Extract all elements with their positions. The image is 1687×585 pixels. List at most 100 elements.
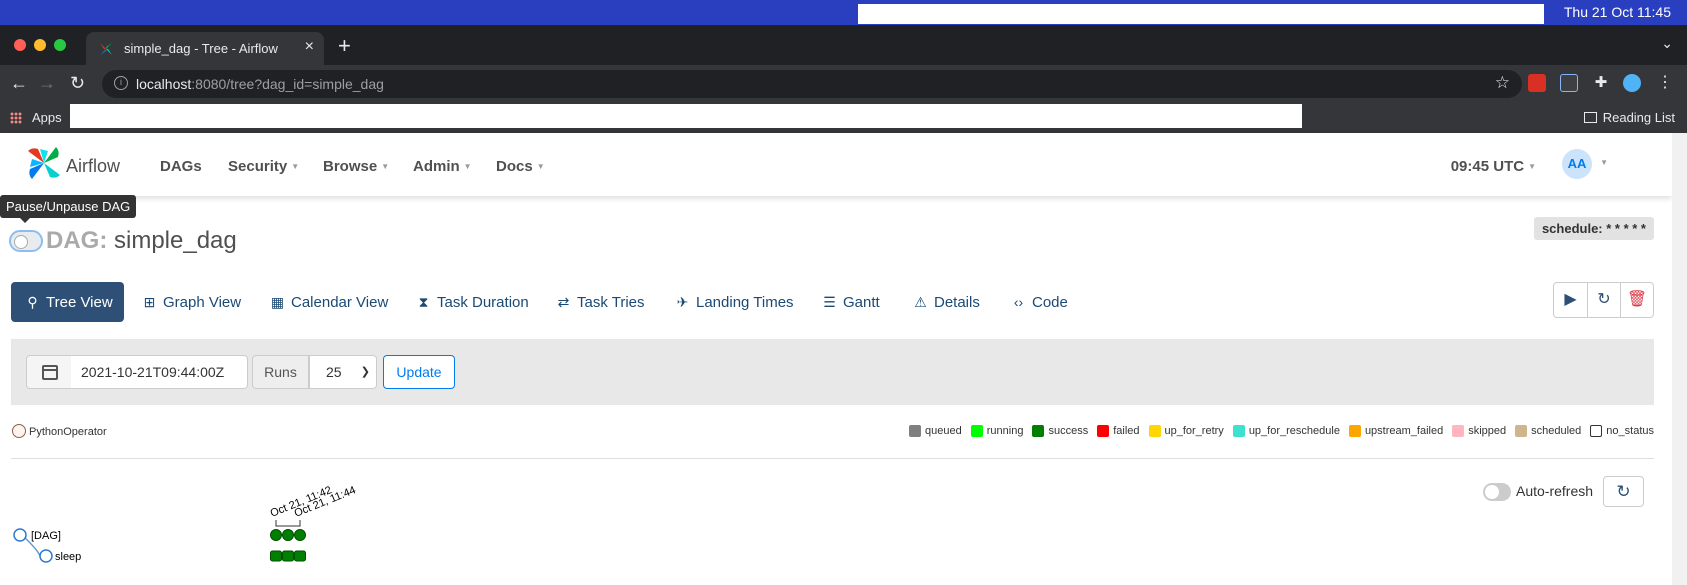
state-swatch — [909, 425, 922, 437]
tab-tree-view[interactable]: ⚲ Tree View — [11, 282, 124, 322]
tree-node-sleep-label: sleep — [55, 551, 81, 563]
state-label: queued — [925, 425, 962, 437]
base-date-input[interactable]: 2021-10-21T09:44:00Z — [71, 355, 248, 389]
caret-down-icon: ▼ — [381, 162, 390, 171]
schedule-badge: schedule: * * * * * — [1533, 217, 1654, 240]
airflow-navbar: Airflow DAGs Security ▼ Browse ▼ Admin ▼ Do… — [0, 133, 1672, 196]
date-bracket — [275, 520, 301, 527]
state-label: up_for_retry — [1164, 425, 1224, 437]
update-button[interactable]: Update — [383, 355, 455, 389]
state-legend: queued running success failed up_for_retry up… — [900, 425, 1654, 437]
calendar-icon: ▦ — [270, 294, 285, 310]
browser-menu-icon[interactable]: ⋮ — [1656, 74, 1674, 92]
state-legend-scheduled: scheduled — [1515, 425, 1581, 437]
nav-security[interactable]: Security ▼ — [228, 158, 299, 175]
redacted-bookmarks — [70, 104, 1302, 128]
page-title: DAG: simple_dag — [46, 227, 237, 255]
os-menu-bar: Thu 21 Oct 11:45 — [0, 0, 1687, 25]
close-window-button[interactable] — [14, 39, 26, 51]
dag-run-circle[interactable] — [270, 529, 282, 541]
reading-list-button[interactable]: Reading List — [1583, 110, 1675, 125]
page-scrollbar[interactable] — [1672, 133, 1687, 585]
extensions-puzzle-icon[interactable]: ✚ — [1592, 74, 1610, 92]
date-picker-button[interactable] — [26, 355, 72, 389]
back-arrow-icon[interactable]: ← — [10, 73, 28, 94]
tab-landing-times[interactable]: ✈ Landing Times — [675, 282, 794, 322]
tab-task-tries[interactable]: ⇄ Task Tries — [556, 282, 645, 322]
auto-refresh-toggle[interactable] — [1483, 483, 1511, 501]
reload-icon[interactable]: ↻ — [70, 73, 85, 94]
tab-code[interactable]: ‹› Code — [1011, 282, 1068, 322]
maximize-window-button[interactable] — [54, 39, 66, 51]
state-swatch — [1232, 425, 1245, 437]
caret-down-icon: ▼ — [1528, 162, 1536, 171]
caret-down-icon: ▼ — [536, 162, 545, 171]
state-swatch — [1348, 425, 1361, 437]
delete-dag-trash-icon[interactable]: 🗑 — [1620, 283, 1653, 317]
airflow-brand[interactable]: Airflow — [66, 156, 120, 177]
state-label: running — [986, 425, 1024, 437]
nav-admin[interactable]: Admin ▼ — [413, 158, 472, 175]
forward-arrow-icon[interactable]: → — [38, 73, 56, 94]
tab-details[interactable]: ⚠ Details — [913, 282, 980, 322]
timezone-clock[interactable]: 09:45 UTC ▼ — [1451, 158, 1536, 175]
state-label: success — [1048, 425, 1089, 437]
auto-refresh-label: Auto-refresh — [1516, 483, 1594, 499]
browser-toolbar: ← → ↻ i localhost:8080/tree?dag_id=simpl… — [0, 65, 1687, 103]
nav-browse[interactable]: Browse ▼ — [323, 158, 389, 175]
run-marks — [270, 529, 306, 562]
dag-run-circle[interactable] — [282, 529, 294, 541]
apps-bookmark[interactable]: Apps — [32, 110, 62, 125]
extension-red-icon[interactable] — [1528, 74, 1546, 92]
state-legend-running: running — [970, 425, 1024, 437]
filter-well: 2021-10-21T09:44:00Z Runs 25 ❯ Update — [11, 339, 1654, 405]
dag-run-circle[interactable] — [294, 529, 306, 541]
tab-gantt[interactable]: ☰ Gantt — [822, 282, 879, 322]
bookmark-star-icon[interactable]: ☆ — [1495, 73, 1510, 93]
nav-dags[interactable]: DAGs — [160, 158, 202, 175]
warning-triangle-icon: ⚠ — [914, 294, 927, 310]
tab-search-chevron-icon[interactable]: ⌄ — [1661, 35, 1673, 52]
runs-select[interactable]: 25 ❯ — [309, 355, 377, 389]
refresh-button[interactable]: ↻ — [1603, 476, 1644, 507]
tree-node-sleep-circle[interactable] — [39, 549, 53, 563]
state-legend-up_for_reschedule: up_for_reschedule — [1232, 425, 1340, 437]
retry-arrows-icon: ⇄ — [557, 294, 570, 310]
tree-icon: ⚲ — [27, 294, 38, 310]
user-avatar[interactable]: AA — [1562, 149, 1592, 179]
minimize-window-button[interactable] — [34, 39, 46, 51]
close-tab-icon[interactable]: × — [305, 38, 314, 56]
gantt-icon: ☰ — [823, 294, 836, 310]
tab-graph-view[interactable]: ⊞ Graph View — [142, 282, 241, 322]
refresh-dag-icon[interactable]: ↻ — [1587, 283, 1620, 317]
nav-docs[interactable]: Docs ▼ — [496, 158, 545, 175]
caret-down-icon[interactable]: ▼ — [1600, 158, 1608, 167]
new-tab-button[interactable]: + — [338, 33, 351, 59]
redacted-strip — [858, 4, 1544, 24]
state-legend-up_for_retry: up_for_retry — [1148, 425, 1224, 437]
task-instance-square[interactable] — [282, 550, 294, 562]
tree-node-dag-circle[interactable] — [13, 528, 27, 542]
tab-calendar-view[interactable]: ▦ Calendar View — [270, 282, 388, 322]
state-swatch — [1515, 425, 1528, 437]
graph-icon: ⊞ — [143, 294, 156, 310]
address-bar[interactable]: i localhost:8080/tree?dag_id=simple_dag … — [102, 70, 1522, 98]
browser-tab-strip: simple_dag - Tree - Airflow × + ⌄ — [0, 25, 1687, 65]
trigger-dag-play-icon[interactable]: ▶ — [1554, 283, 1587, 317]
tab-task-duration[interactable]: ⧗ Task Duration — [416, 282, 529, 322]
profile-icon[interactable] — [1623, 74, 1641, 92]
dag-prefix: DAG: — [46, 227, 108, 254]
runs-label: Runs — [252, 355, 309, 389]
tree-node-dag-label: [DAG] — [31, 530, 61, 542]
caret-down-icon: ▼ — [291, 162, 300, 171]
pause-dag-toggle[interactable] — [9, 230, 43, 252]
extension-pen-icon[interactable] — [1560, 74, 1578, 92]
browser-tab-active[interactable]: simple_dag - Tree - Airflow × — [86, 32, 324, 65]
state-label: no_status — [1606, 425, 1654, 437]
site-info-icon[interactable]: i — [114, 76, 128, 90]
apps-grid-icon[interactable] — [10, 112, 22, 124]
url-text: localhost:8080/tree?dag_id=simple_dag — [136, 76, 384, 92]
airflow-logo-icon[interactable] — [26, 145, 62, 181]
task-instance-square[interactable] — [270, 550, 282, 562]
task-instance-square[interactable] — [294, 550, 306, 562]
